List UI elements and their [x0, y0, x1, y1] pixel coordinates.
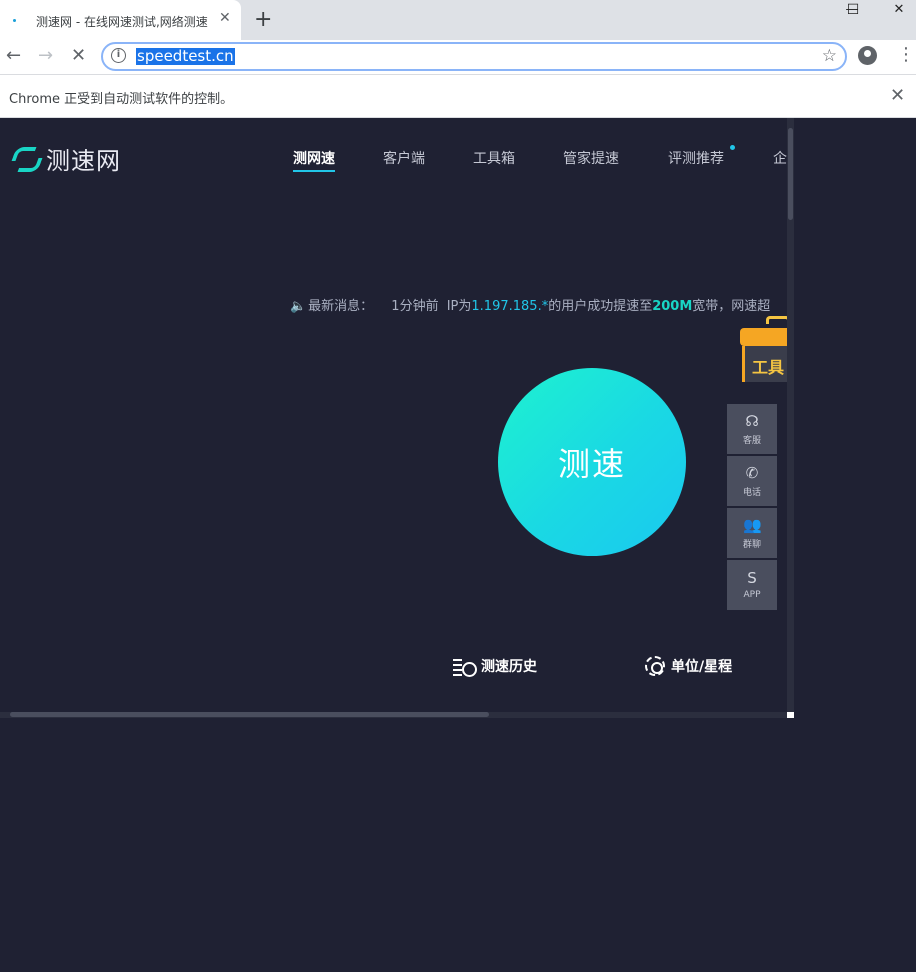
news-label: 最新消息： [308, 299, 374, 314]
browser-menu-icon[interactable]: ⋮ [897, 44, 915, 65]
group-chat-button[interactable]: 👥 群聊 [727, 508, 777, 558]
horizontal-scrollbar[interactable] [0, 712, 787, 718]
history-label: 测速历史 [481, 659, 537, 675]
unit-settings-link[interactable]: 单位/星程 [645, 656, 732, 676]
phone-label: 电话 [742, 487, 761, 498]
headset-icon: ☊ [745, 411, 759, 430]
speedtest-history-link[interactable]: 测速历史 [453, 656, 537, 677]
browser-tab[interactable]: 测速网 - 在线网速测试,网络测速 ✕ [0, 0, 241, 40]
unit-label: 单位/星程 [671, 659, 733, 675]
news-time: 1分钟前 [391, 299, 439, 314]
phone-button[interactable]: ✆ 电话 [727, 456, 777, 506]
news-ip: 1.197.185.* [471, 299, 549, 314]
profile-avatar-icon[interactable] [858, 46, 877, 65]
toolbox-lid-icon [740, 328, 794, 346]
tab-bar: 测速网 - 在线网速测试,网络测速 ✕ + — ☐ ✕ [0, 0, 916, 40]
nav-item-enterprise[interactable]: 企 [773, 148, 787, 168]
speaker-icon: 🔈 [290, 299, 307, 314]
site-info-icon[interactable]: i [111, 48, 126, 63]
history-icon [453, 656, 477, 677]
customer-service-button[interactable]: ☊ 客服 [727, 404, 777, 454]
news-bandwidth: 200M [652, 299, 693, 314]
news-ip-prefix: IP为 [446, 299, 472, 314]
logo-text: 测速网 [46, 146, 121, 175]
tab-title: 测速网 - 在线网速测试,网络测速 [36, 15, 208, 29]
news-suffix: 宽带，网速超 [692, 299, 771, 314]
window-close-button[interactable]: ✕ [876, 0, 916, 24]
logo-icon [12, 144, 40, 172]
start-speedtest-button[interactable]: 测速 [498, 368, 686, 556]
automation-message: Chrome 正受到自动测试软件的控制。 [9, 92, 234, 107]
maximize-button[interactable]: ☐ [830, 0, 876, 24]
nav-new-dot [730, 145, 735, 150]
url-text[interactable]: speedtest.cn [136, 48, 235, 65]
new-tab-button[interactable]: + [254, 6, 272, 34]
back-button[interactable]: ← [6, 44, 21, 68]
phone-icon: ✆ [745, 463, 759, 482]
scrollbar-corner [787, 712, 794, 718]
page-content: 测速网 测网速 客户端 工具箱 管家提速 评测推荐 企 🔈 最新消息： 1分钟前… [0, 118, 916, 972]
tab-close-icon[interactable]: ✕ [219, 10, 231, 26]
customer-service-label: 客服 [742, 435, 761, 446]
forward-button[interactable]: → [38, 44, 53, 68]
horizontal-scroll-thumb[interactable] [10, 712, 489, 717]
site-logo[interactable]: 测速网 [12, 142, 121, 175]
toolbox-label: 工具 [752, 358, 785, 377]
page-viewport: 测速网 测网速 客户端 工具箱 管家提速 评测推荐 企 🔈 最新消息： 1分钟前… [0, 118, 794, 718]
news-ticker: 🔈 最新消息： 1分钟前 IP为1.197.185.*的用户成功提速至200M宽… [290, 295, 770, 314]
app-label: APP [743, 590, 761, 600]
nav-item-reviews[interactable]: 评测推荐 [668, 148, 724, 168]
address-bar[interactable]: i speedtest.cn ☆ [101, 42, 847, 71]
toolbox-widget[interactable]: 工具 [736, 314, 794, 384]
stop-loading-button[interactable]: ✕ [71, 44, 86, 68]
infobar-close-icon[interactable]: ✕ [890, 85, 905, 106]
vertical-scrollbar[interactable] [787, 118, 794, 718]
news-mid: 的用户成功提速至 [548, 299, 653, 314]
automation-infobar: Chrome 正受到自动测试软件的控制。 ✕ [0, 74, 916, 118]
nav-item-client[interactable]: 客户端 [383, 148, 425, 168]
vertical-scroll-thumb[interactable] [788, 128, 793, 220]
nav-item-toolbox[interactable]: 工具箱 [473, 148, 515, 168]
bookmark-star-icon[interactable]: ☆ [822, 46, 837, 66]
gear-icon [645, 656, 665, 676]
speedtest-button-label: 测速 [557, 445, 626, 483]
app-logo-icon: S [747, 569, 757, 587]
nav-item-boost[interactable]: 管家提速 [563, 148, 619, 168]
favicon-icon [13, 19, 16, 22]
app-button[interactable]: S APP [727, 560, 777, 610]
users-icon: 👥 [743, 515, 762, 534]
nav-item-speedtest[interactable]: 测网速 [293, 148, 335, 172]
group-chat-label: 群聊 [742, 539, 761, 550]
